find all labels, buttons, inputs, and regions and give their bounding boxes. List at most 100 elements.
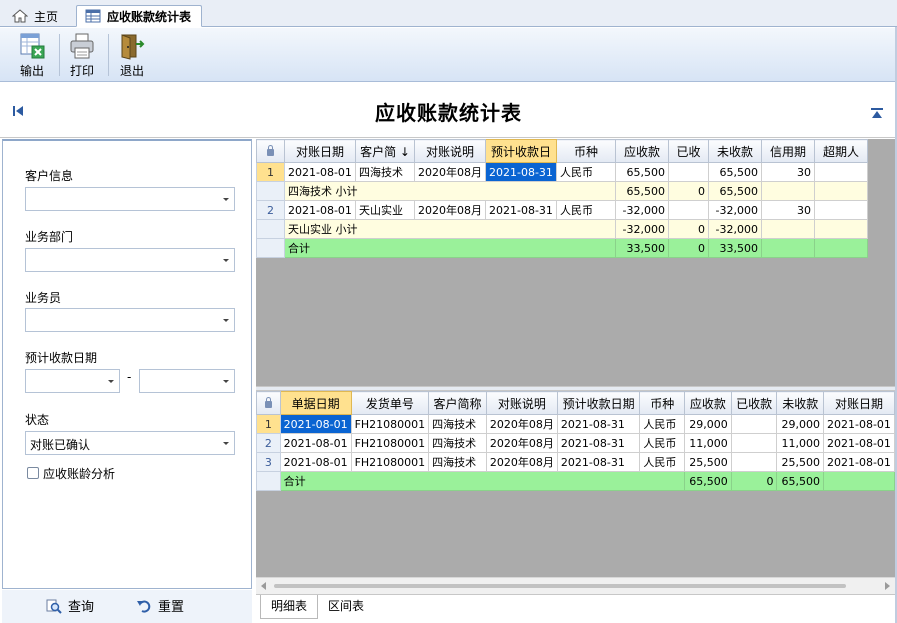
col-header[interactable]: 客户简 ↓ <box>355 139 415 163</box>
table-cell[interactable]: 人民币 <box>556 162 616 182</box>
table-cell[interactable]: 33,500 <box>708 238 762 258</box>
col-header[interactable]: 单据日期 <box>279 391 352 415</box>
table-cell[interactable]: 2021-08-31 <box>556 452 641 472</box>
table-cell[interactable]: 33,500 <box>615 238 669 258</box>
table-cell[interactable] <box>730 452 778 472</box>
total-row[interactable]: 合计 33,500 0 33,500 <box>256 238 868 258</box>
table-cell[interactable]: 2020年08月 <box>485 414 558 434</box>
table-cell[interactable]: 四海技术 <box>355 162 415 182</box>
query-button[interactable]: 查询 <box>46 596 94 615</box>
subtotal-row[interactable]: 四海技术 小计 65,500 0 65,500 <box>256 181 868 201</box>
table-cell[interactable]: 2021-08-01 <box>279 452 352 472</box>
table-cell[interactable]: 人民币 <box>556 200 616 220</box>
table-cell[interactable]: 2021-08-01 <box>284 200 356 220</box>
table-cell[interactable]: 2021-08-01 <box>284 162 356 182</box>
total-row[interactable]: 合计 65,500 0 65,500 <box>256 471 895 491</box>
tab-receivables[interactable]: 应收账款统计表 <box>76 5 202 27</box>
table-row[interactable]: 2 2021-08-01 FH21080001 四海技术 2020年08月 20… <box>256 433 895 453</box>
table-cell[interactable]: 四海技术 <box>428 433 487 453</box>
chevron-down-icon[interactable] <box>216 249 234 271</box>
table-cell[interactable]: 0 <box>730 471 778 491</box>
date-from-picker[interactable] <box>25 369 120 393</box>
table-cell[interactable] <box>730 433 778 453</box>
row-header[interactable]: 2 <box>256 433 281 453</box>
table-cell[interactable]: 天山实业 <box>355 200 415 220</box>
col-header[interactable]: 已收款 <box>730 391 778 415</box>
row-header[interactable]: 3 <box>256 452 281 472</box>
aging-checkbox[interactable] <box>27 467 39 479</box>
chevron-down-icon[interactable] <box>216 309 234 331</box>
table-cell[interactable]: 2021-08-01 <box>822 414 895 434</box>
horizontal-scrollbar[interactable] <box>256 577 895 594</box>
col-header[interactable]: 未收款 <box>708 139 762 163</box>
table-cell[interactable]: FH21080001 <box>350 414 430 434</box>
export-button[interactable]: 输出 <box>10 32 54 80</box>
table-cell[interactable] <box>814 200 868 220</box>
table-cell[interactable] <box>668 162 709 182</box>
table-cell[interactable]: 25,500 <box>776 452 824 472</box>
col-header[interactable]: 预计收款日 <box>485 139 557 163</box>
reset-button[interactable]: 重置 <box>136 596 184 615</box>
table-cell[interactable]: 2020年08月 <box>485 452 558 472</box>
table-cell[interactable]: 2021-08-01 <box>822 452 895 472</box>
print-button[interactable]: 打印 <box>60 32 104 80</box>
table-cell[interactable]: 2020年08月 <box>414 162 486 182</box>
table-cell[interactable]: 11,000 <box>684 433 732 453</box>
table-cell[interactable]: 30 <box>761 162 815 182</box>
col-header[interactable]: 超期人 <box>814 139 868 163</box>
table-cell[interactable]: 四海技术 <box>428 452 487 472</box>
table-cell[interactable] <box>814 219 868 239</box>
table-cell[interactable]: 30 <box>761 200 815 220</box>
table-cell[interactable]: 0 <box>668 181 709 201</box>
exit-button[interactable]: 退出 <box>110 32 154 80</box>
subtotal-row[interactable]: 天山实业 小计 -32,000 0 -32,000 <box>256 219 868 239</box>
row-header[interactable]: 1 <box>256 162 285 182</box>
table-row[interactable]: 1 2021-08-01 FH21080001 四海技术 2020年08月 20… <box>256 414 895 434</box>
table-cell[interactable]: 2020年08月 <box>485 433 558 453</box>
table-cell[interactable] <box>814 162 868 182</box>
table-cell[interactable]: 65,500 <box>615 162 669 182</box>
aging-label[interactable]: 应收账龄分析 <box>43 465 115 482</box>
table-cell[interactable]: 29,000 <box>684 414 732 434</box>
chevron-down-icon[interactable] <box>216 370 234 392</box>
tab-home[interactable]: 主页 <box>4 5 66 27</box>
col-header[interactable]: 应收款 <box>615 139 669 163</box>
table-cell[interactable]: 65,500 <box>615 181 669 201</box>
table-cell[interactable]: 65,500 <box>776 471 824 491</box>
table-cell[interactable]: 人民币 <box>639 452 686 472</box>
col-header[interactable]: 已收 <box>668 139 709 163</box>
table-cell[interactable]: 2021-08-01 <box>822 433 895 453</box>
row-header[interactable]: 2 <box>256 200 285 220</box>
chevron-down-icon[interactable] <box>216 432 234 454</box>
tab-range[interactable]: 区间表 <box>318 595 374 619</box>
table-cell[interactable]: 2021-08-01 <box>279 414 352 434</box>
col-header[interactable]: 信用期 <box>761 139 815 163</box>
chevron-down-icon[interactable] <box>216 188 234 210</box>
col-header[interactable]: 发货单号 <box>350 391 430 415</box>
tab-detail[interactable]: 明细表 <box>260 595 319 619</box>
chevron-down-icon[interactable] <box>101 370 119 392</box>
grid-lock-icon[interactable] <box>256 139 285 163</box>
table-cell[interactable]: 2020年08月 <box>414 200 486 220</box>
scroll-right-icon[interactable] <box>885 582 890 590</box>
scrollbar-thumb[interactable] <box>274 584 846 588</box>
table-cell[interactable]: 2021-08-31 <box>556 414 641 434</box>
table-row[interactable]: 2 2021-08-01 天山实业 2020年08月 2021-08-31 人民… <box>256 200 868 220</box>
table-cell[interactable]: 65,500 <box>684 471 732 491</box>
col-header[interactable]: 未收款 <box>776 391 824 415</box>
row-header[interactable]: 1 <box>256 414 281 434</box>
table-row[interactable]: 1 2021-08-01 四海技术 2020年08月 2021-08-31 人民… <box>256 162 868 182</box>
table-cell[interactable]: FH21080001 <box>350 433 430 453</box>
date-to-picker[interactable] <box>139 369 235 393</box>
table-cell[interactable]: 11,000 <box>776 433 824 453</box>
dept-combo[interactable] <box>25 248 235 272</box>
table-cell[interactable]: -32,000 <box>615 200 669 220</box>
col-header[interactable]: 对账日期 <box>284 139 356 163</box>
table-cell[interactable] <box>814 181 868 201</box>
table-cell[interactable] <box>761 181 815 201</box>
table-cell[interactable]: 2021-08-31 <box>556 433 641 453</box>
table-cell[interactable]: 四海技术 <box>428 414 487 434</box>
table-cell[interactable]: 65,500 <box>708 181 762 201</box>
table-row[interactable]: 3 2021-08-01 FH21080001 四海技术 2020年08月 20… <box>256 452 895 472</box>
table-cell[interactable] <box>668 200 709 220</box>
